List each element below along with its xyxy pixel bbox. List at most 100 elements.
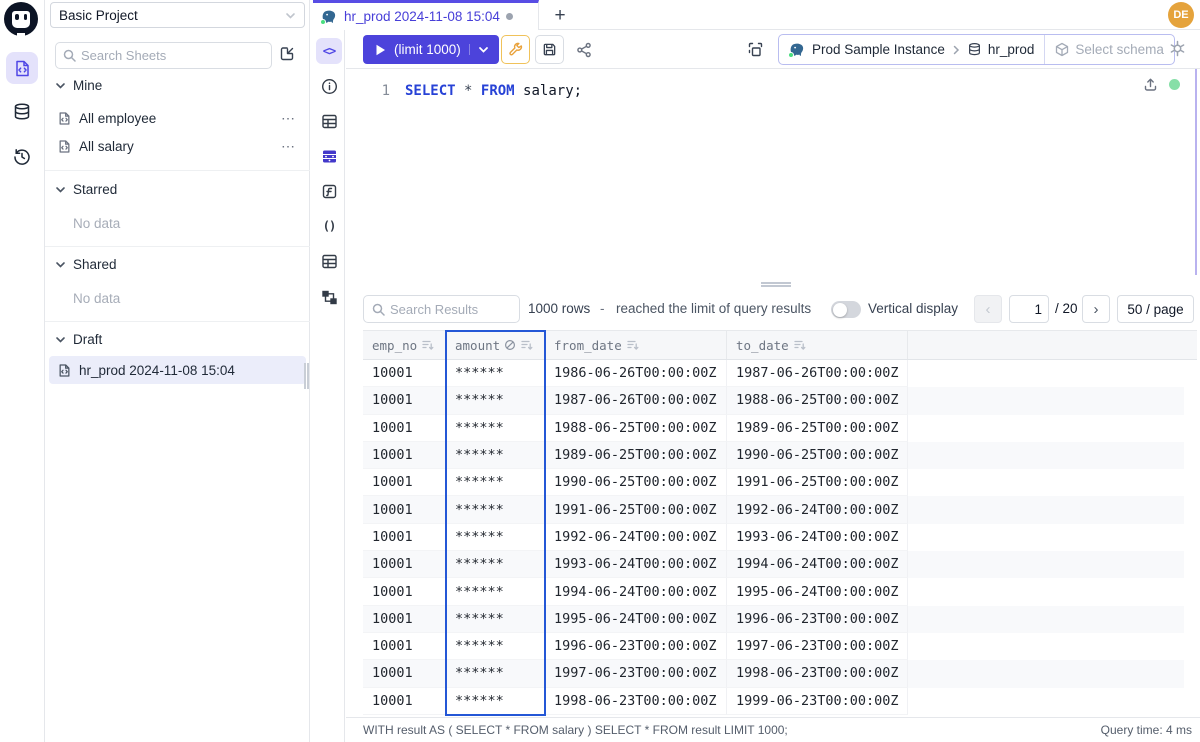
panel-tables-button[interactable] [316,108,342,134]
panel-brackets-button[interactable]: () [316,213,342,239]
sheet-item-all-salary[interactable]: All salary ⋯ [49,132,306,160]
instance-database-select[interactable]: Prod Sample Instance hr_prod [779,35,1044,64]
run-query-button[interactable]: (limit 1000) [363,35,499,64]
column-header-amount[interactable]: amount [446,331,545,359]
cell-emp_no[interactable]: 10001 [363,660,446,687]
cell-emp_no[interactable]: 10001 [363,524,446,551]
upload-icon[interactable] [1143,77,1158,92]
result-search[interactable] [363,295,520,323]
user-avatar[interactable]: DE [1168,2,1194,28]
new-tab-button[interactable]: + [547,3,573,28]
cell-from_date[interactable]: 1997-06-23T00:00:00Z [545,660,727,687]
cell-from_date[interactable]: 1988-06-25T00:00:00Z [545,415,727,442]
column-header-to_date[interactable]: to_date [727,331,908,359]
panel-worksheet-button[interactable]: <> [316,38,342,64]
save-sheet-button[interactable] [535,35,564,64]
result-search-input[interactable] [390,302,511,317]
cell-emp_no[interactable]: 10001 [363,442,446,469]
cell-to_date[interactable]: 1992-06-24T00:00:00Z [727,496,908,523]
schema-select[interactable]: Select schema [1044,35,1174,64]
cell-emp_no[interactable]: 10001 [363,606,446,633]
cell-to_date[interactable]: 1995-06-24T00:00:00Z [727,578,908,605]
section-starred-header[interactable]: Starred [45,176,310,202]
panel-functions-button[interactable] [316,178,342,204]
sheet-search[interactable] [55,42,272,69]
panel-schema-diagram-button[interactable] [316,284,342,310]
cell-amount[interactable]: ****** [446,415,545,442]
sql-editor[interactable]: 1 SELECT * FROM salary; [346,69,1200,281]
cell-emp_no[interactable]: 10001 [363,469,446,496]
cell-amount[interactable]: ****** [446,496,545,523]
nav-worksheets-button[interactable] [6,52,38,84]
cell-emp_no[interactable]: 10001 [363,578,446,605]
cell-from_date[interactable]: 1992-06-24T00:00:00Z [545,524,727,551]
editor-results-splitter[interactable] [346,281,1200,288]
sheet-item-draft[interactable]: hr_prod 2024-11-08 15:04 [49,356,306,384]
cell-emp_no[interactable]: 10001 [363,496,446,523]
cell-to_date[interactable]: 1988-06-25T00:00:00Z [727,387,908,414]
cell-amount[interactable]: ****** [446,578,545,605]
cell-emp_no[interactable]: 10001 [363,551,446,578]
more-actions-icon[interactable]: ⋯ [281,110,306,127]
sort-icon[interactable] [626,339,639,351]
cell-to_date[interactable]: 1987-06-26T00:00:00Z [727,360,908,387]
cell-amount[interactable]: ****** [446,688,545,715]
cell-from_date[interactable]: 1986-06-26T00:00:00Z [545,360,727,387]
cell-emp_no[interactable]: 10001 [363,387,446,414]
vertical-display-toggle[interactable] [831,301,861,318]
cell-amount[interactable]: ****** [446,442,545,469]
section-draft-header[interactable]: Draft [45,326,310,352]
cell-amount[interactable]: ****** [446,524,545,551]
cell-emp_no[interactable]: 10001 [363,633,446,660]
more-actions-icon[interactable]: ⋯ [281,138,306,155]
panel-result-table-button[interactable] [316,248,342,274]
cell-amount[interactable]: ****** [446,660,545,687]
sort-icon[interactable] [421,339,434,351]
section-shared-header[interactable]: Shared [45,251,310,277]
column-header-emp_no[interactable]: emp_no [363,331,446,359]
cell-from_date[interactable]: 1994-06-24T00:00:00Z [545,578,727,605]
sheet-item-all-employee[interactable]: All employee ⋯ [49,104,306,132]
column-header-from_date[interactable]: from_date [545,331,727,359]
panel-info-button[interactable] [316,73,342,99]
panel-data-masking-button[interactable] [316,143,342,169]
prev-page-button[interactable]: ‹ [974,295,1002,323]
ai-assistant-button[interactable] [1168,39,1187,58]
cell-amount[interactable]: ****** [446,606,545,633]
import-sheet-icon[interactable] [278,45,296,63]
cell-from_date[interactable]: 1991-06-25T00:00:00Z [545,496,727,523]
cell-to_date[interactable]: 1994-06-24T00:00:00Z [727,551,908,578]
sort-icon[interactable] [520,339,533,351]
nav-history-button[interactable] [6,141,38,173]
batch-query-button[interactable] [741,35,770,64]
cell-from_date[interactable]: 1995-06-24T00:00:00Z [545,606,727,633]
cell-from_date[interactable]: 1998-06-23T00:00:00Z [545,688,727,715]
bytebase-logo[interactable] [4,2,38,36]
cell-from_date[interactable]: 1989-06-25T00:00:00Z [545,442,727,469]
cell-from_date[interactable]: 1996-06-23T00:00:00Z [545,633,727,660]
cell-to_date[interactable]: 1993-06-24T00:00:00Z [727,524,908,551]
cell-amount[interactable]: ****** [446,551,545,578]
cell-emp_no[interactable]: 10001 [363,415,446,442]
page-size-select[interactable]: 50 / page [1117,295,1194,323]
cell-emp_no[interactable]: 10001 [363,360,446,387]
page-number-input[interactable] [1009,295,1049,323]
cell-amount[interactable]: ****** [446,469,545,496]
nav-databases-button[interactable] [6,96,38,128]
cell-from_date[interactable]: 1987-06-26T00:00:00Z [545,387,727,414]
cell-to_date[interactable]: 1998-06-23T00:00:00Z [727,660,908,687]
cell-to_date[interactable]: 1989-06-25T00:00:00Z [727,415,908,442]
project-select[interactable]: Basic Project [50,2,305,28]
cell-from_date[interactable]: 1993-06-24T00:00:00Z [545,551,727,578]
format-sql-button[interactable] [501,35,530,64]
cell-to_date[interactable]: 1990-06-25T00:00:00Z [727,442,908,469]
cell-amount[interactable]: ****** [446,633,545,660]
run-options-chevron-icon[interactable] [469,44,489,55]
cell-to_date[interactable]: 1999-06-23T00:00:00Z [727,688,908,715]
cell-from_date[interactable]: 1990-06-25T00:00:00Z [545,469,727,496]
cell-amount[interactable]: ****** [446,387,545,414]
sheet-search-input[interactable] [81,48,264,63]
tab-hr-prod[interactable]: hr_prod 2024-11-08 15:04 [313,0,539,30]
cell-amount[interactable]: ****** [446,360,545,387]
cell-to_date[interactable]: 1991-06-25T00:00:00Z [727,469,908,496]
